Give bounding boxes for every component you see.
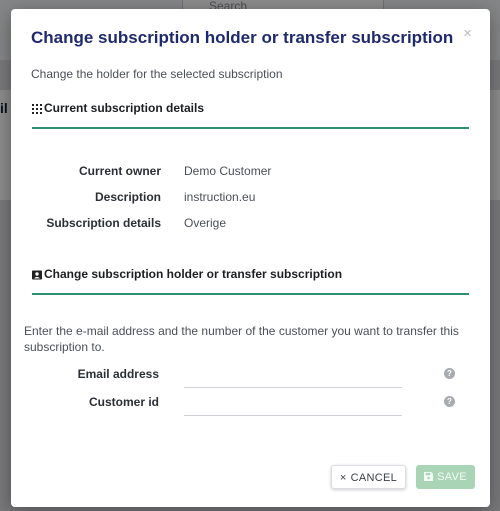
customer-id-input[interactable] (184, 391, 402, 416)
detail-value: Overige (184, 216, 227, 230)
detail-row-current-owner: Current owner Demo Customer (11, 164, 490, 180)
email-address-label: Email address (77, 367, 159, 381)
detail-label: Description (94, 190, 161, 204)
email-address-input[interactable] (184, 363, 402, 388)
cancel-button-label: CANCEL (350, 472, 398, 484)
detail-label: Current owner (78, 164, 161, 178)
dialog-title: Change subscription holder or transfer s… (31, 28, 454, 47)
grid-icon (32, 104, 42, 114)
transfer-section-header: Change subscription holder or transfer s… (32, 267, 469, 295)
close-icon[interactable]: × (463, 25, 472, 42)
transfer-subscription-dialog: Change subscription holder or transfer s… (11, 9, 490, 507)
save-button-label: SAVE (437, 471, 467, 483)
transfer-heading: Change subscription holder or transfer s… (44, 267, 343, 281)
detail-value: Demo Customer (184, 164, 272, 178)
detail-row-subscription-details: Subscription details Overige (11, 216, 490, 232)
help-icon[interactable]: ? (444, 368, 455, 379)
current-details-section-header: Current subscription details (32, 101, 469, 129)
floppy-disk-icon (424, 472, 434, 481)
dialog-intro-text: Change the holder for the selected subsc… (31, 67, 283, 81)
cancel-button[interactable]: × CANCEL (331, 465, 406, 489)
detail-value: instruction.eu (184, 190, 256, 204)
help-icon[interactable]: ? (444, 396, 455, 407)
transfer-description: Enter the e-mail address and the number … (24, 324, 459, 354)
close-icon: × (339, 472, 347, 484)
detail-row-description: Description instruction.eu (11, 190, 490, 206)
customer-id-label: Customer id (88, 395, 159, 409)
save-button[interactable]: SAVE (416, 465, 475, 489)
contact-card-icon (32, 270, 42, 280)
customer-id-row: Customer id ? (11, 391, 490, 423)
detail-label: Subscription details (46, 216, 161, 230)
current-details-heading: Current subscription details (44, 101, 205, 115)
